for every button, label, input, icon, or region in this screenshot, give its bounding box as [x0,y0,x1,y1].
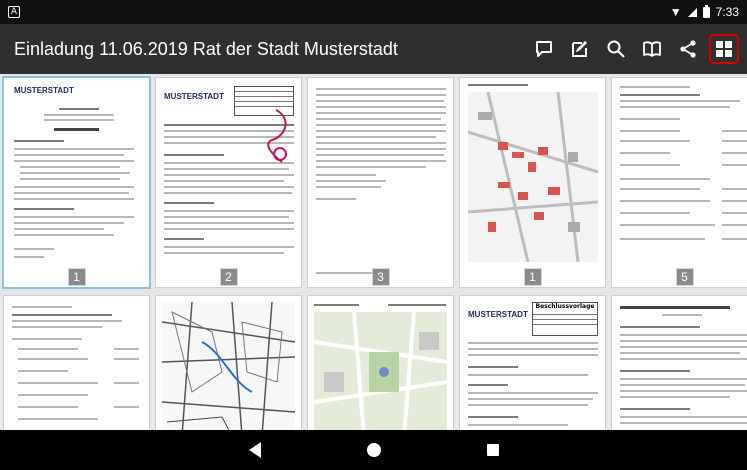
search-icon [607,40,625,58]
map-image [314,312,447,430]
status-time: 7:33 [715,5,739,19]
wifi-icon: ▼ [669,5,682,19]
recent-apps-icon[interactable] [486,444,499,456]
notification-icon: A [8,6,20,18]
page-thumbnail[interactable] [612,296,747,430]
home-icon[interactable] [366,443,381,457]
status-indicators: ▼ 7:33 [669,4,739,19]
book-icon [643,41,661,57]
page-thumbnail[interactable] [156,296,301,430]
share-icon [680,40,696,58]
battery-icon [702,4,710,18]
document-type-label: Beschlussvorlage [535,303,595,310]
page-thumbnail[interactable]: MUSTERSTADT Beschlussvorlage [460,296,605,430]
back-icon[interactable] [248,442,261,458]
map-image [162,302,295,430]
status-bar: A ▼ 7:33 [0,0,747,24]
grid-view-icon [716,41,732,57]
page-thumbnail[interactable]: 5 [612,78,747,287]
page-number-badge: 2 [219,268,238,286]
musterstadt-logo: MUSTERSTADT [164,92,224,101]
toolbar-actions [529,34,739,64]
page-number-badge: 1 [67,268,86,286]
page-thumbnail[interactable]: MUSTERSTADT 1 [4,78,149,287]
app-bar: Einladung 11.06.2019 Rat der Stadt Muste… [0,24,747,74]
map-image [468,92,598,262]
bookmarks-button[interactable] [637,34,667,64]
page-thumbnail[interactable]: MUSTERSTADT 2 [156,78,301,287]
page-number-badge: 3 [371,268,390,286]
comment-icon [536,41,552,57]
page-thumbnail[interactable]: 3 [308,78,453,287]
page-thumbnail[interactable] [308,296,453,430]
handwriting-annotation [267,109,287,163]
search-button[interactable] [601,34,631,64]
page-number-badge: 5 [675,268,694,286]
grid-view-button[interactable] [709,34,739,64]
system-navigation-bar [0,430,747,470]
comment-button[interactable] [529,34,559,64]
edit-button[interactable] [565,34,595,64]
page-number-badge: 1 [523,268,542,286]
page-thumbnail[interactable]: 1 [460,78,605,287]
musterstadt-logo: MUSTERSTADT [468,310,528,319]
edit-icon [572,41,587,57]
signal-icon [687,7,697,17]
document-title: Einladung 11.06.2019 Rat der Stadt Muste… [14,38,398,59]
page-grid: MUSTERSTADT 1 MUSTERSTADT 2 3 1 5 MUSTER… [0,74,747,430]
page-thumbnail[interactable] [4,296,149,430]
share-button[interactable] [673,34,703,64]
musterstadt-logo: MUSTERSTADT [14,86,74,95]
